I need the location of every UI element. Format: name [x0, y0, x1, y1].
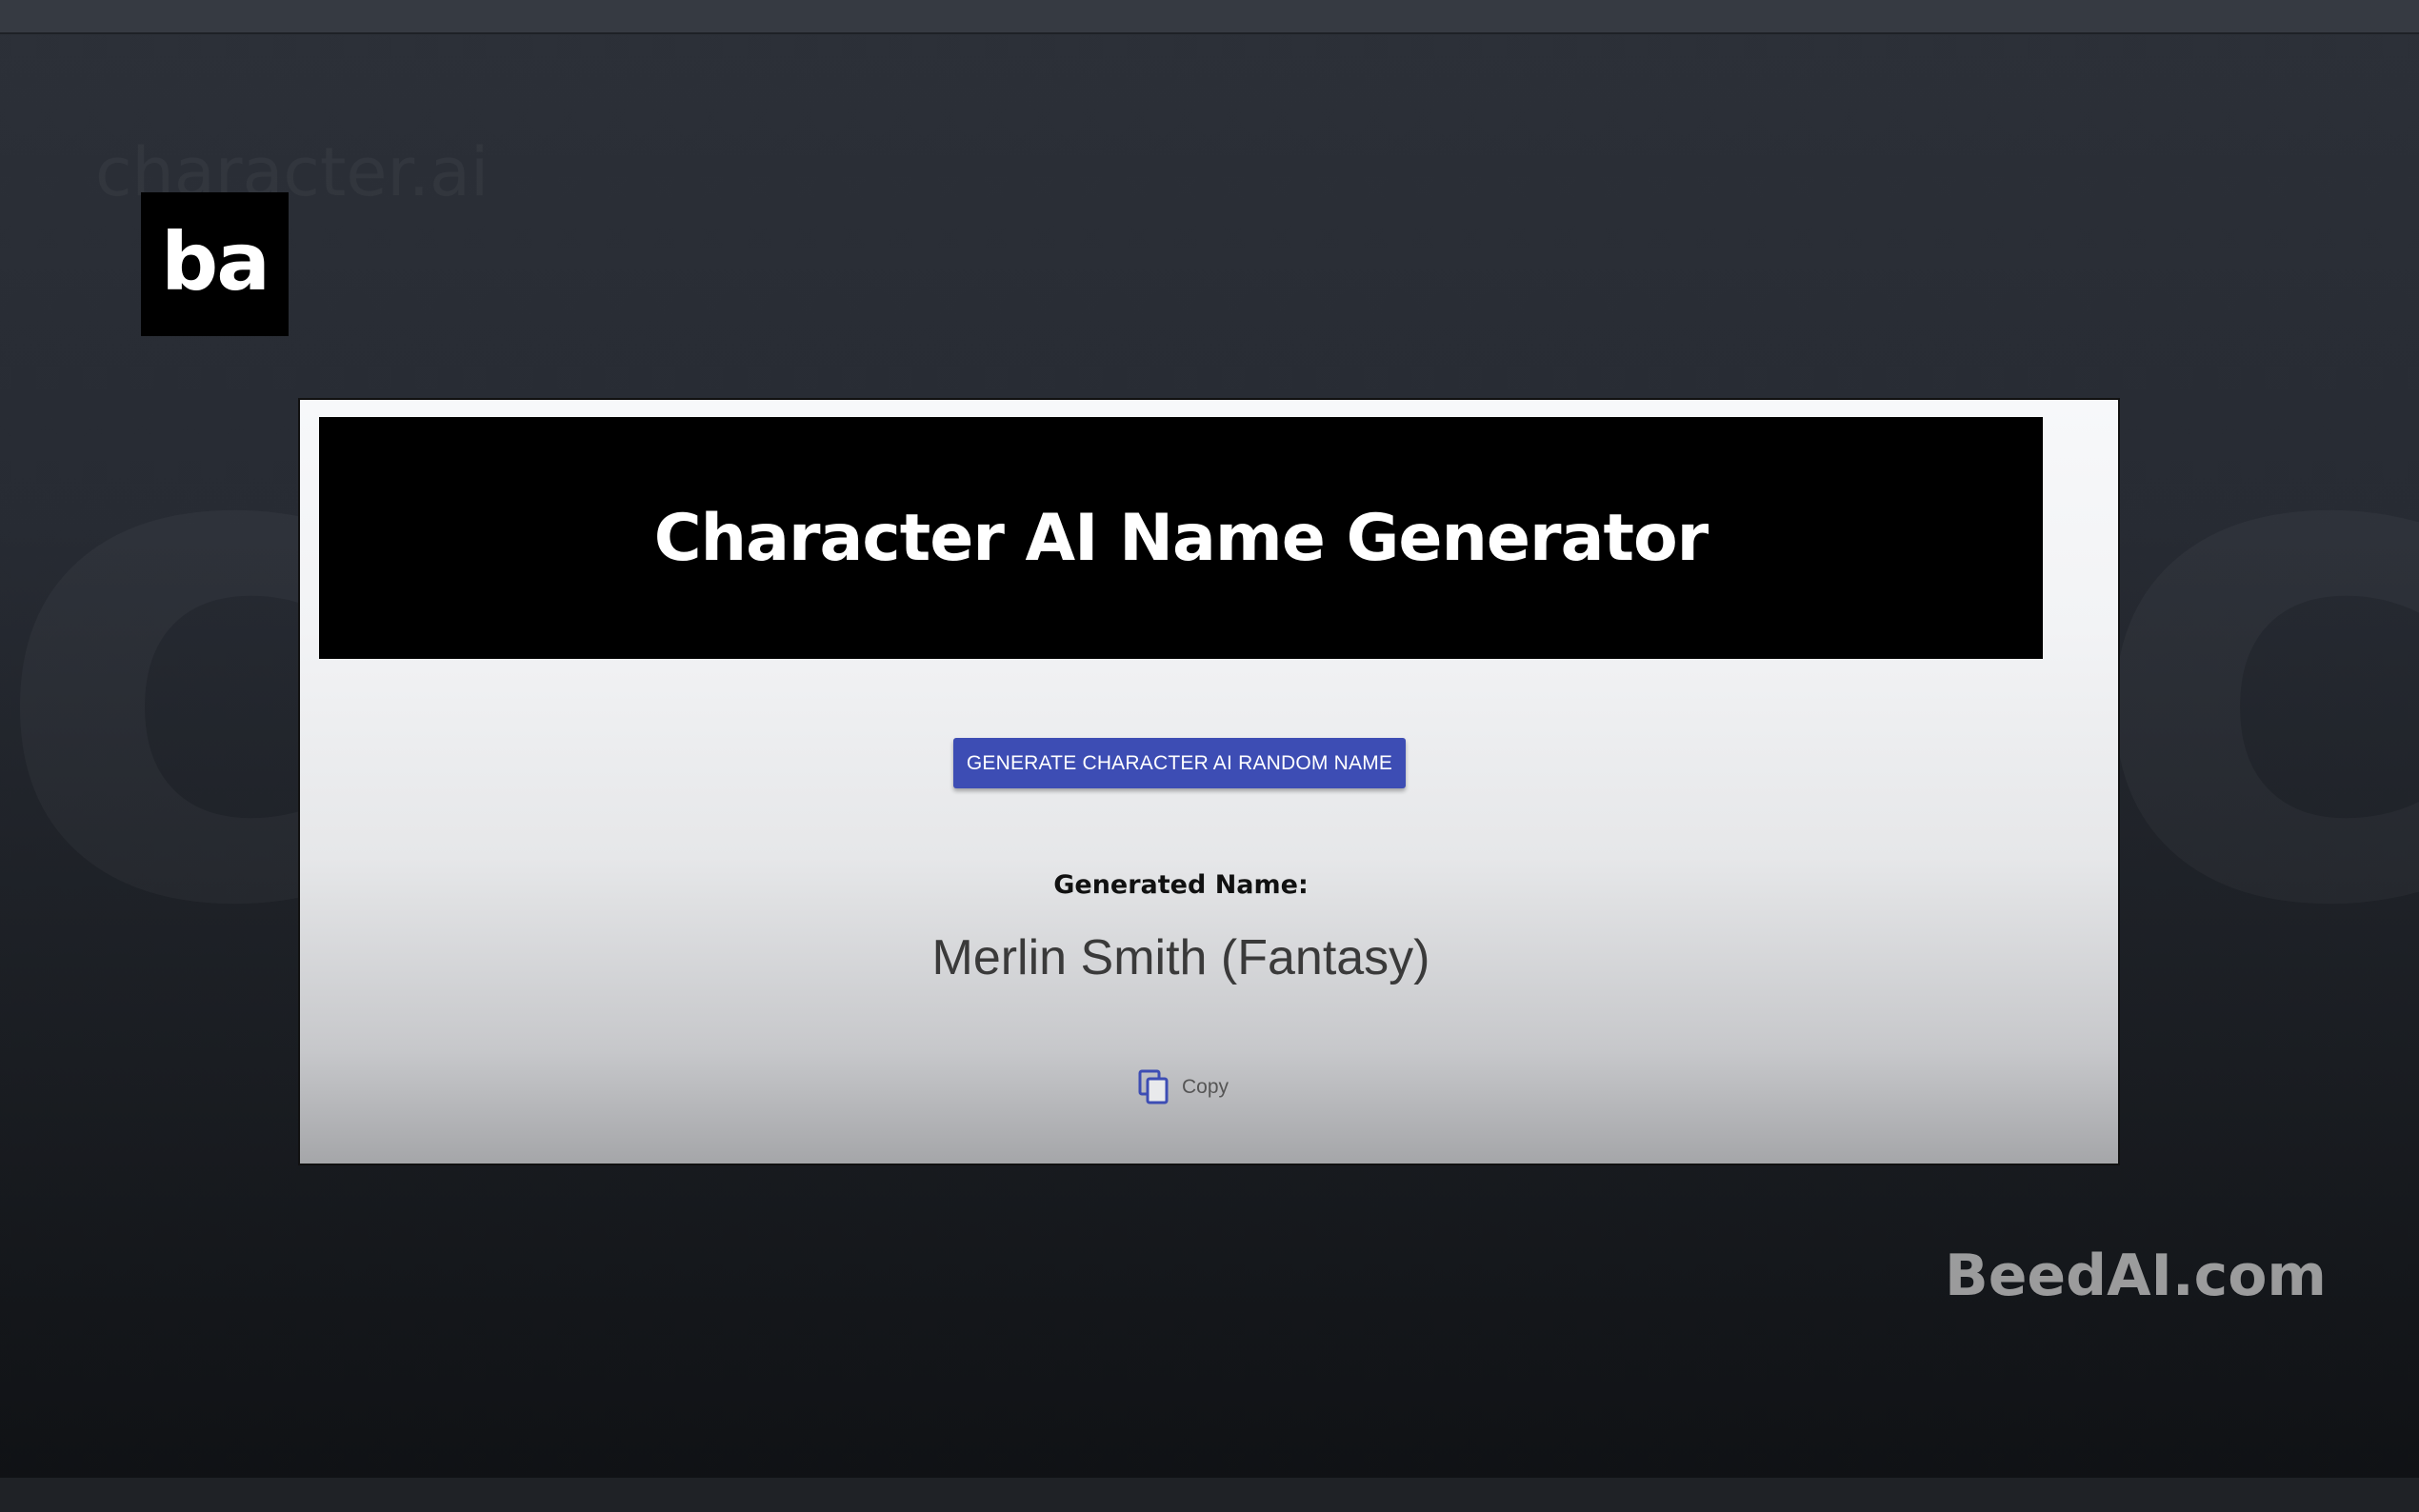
page-title: Character AI Name Generator: [653, 500, 1709, 576]
title-banner: Character AI Name Generator: [319, 417, 2043, 659]
bottom-bar: [0, 1478, 2419, 1512]
generated-name-label: Generated Name:: [1053, 870, 1309, 900]
watermark: BeedAI.com: [1945, 1243, 2327, 1309]
top-bar: [0, 0, 2419, 34]
copy-label: Copy: [1182, 1076, 1229, 1098]
copy-icon: [1138, 1069, 1170, 1105]
generated-name-value: Merlin Smith (Fantasy): [931, 930, 1430, 985]
generate-name-button[interactable]: GENERATE CHARACTER AI RANDOM NAME: [953, 738, 1406, 788]
logo: ba: [141, 192, 289, 336]
generator-card: Character AI Name Generator GENERATE CHA…: [298, 398, 2120, 1165]
logo-text: ba: [161, 214, 270, 308]
background-letter-right: c: [2086, 314, 2419, 1000]
copy-button[interactable]: Copy: [1138, 1066, 1229, 1108]
